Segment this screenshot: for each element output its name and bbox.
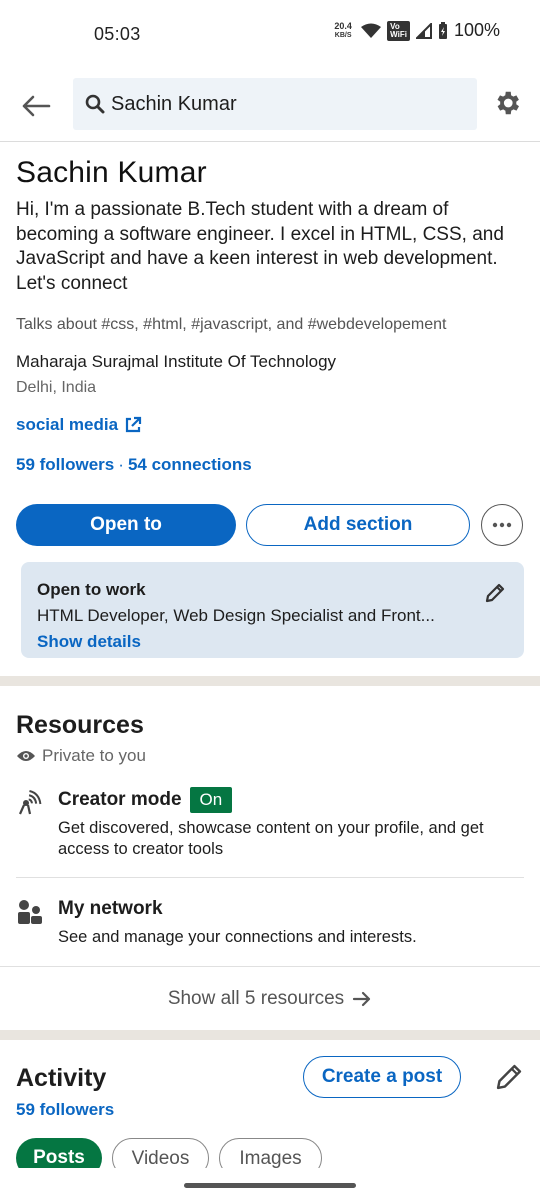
show-details-link[interactable]: Show details bbox=[37, 632, 508, 652]
tab-posts[interactable]: Posts bbox=[16, 1138, 102, 1168]
activity-tabs: Posts Videos Images bbox=[16, 1138, 540, 1168]
people-icon bbox=[18, 900, 42, 924]
profile-actions: Open to Add section bbox=[16, 504, 524, 546]
signal-icon bbox=[415, 22, 432, 39]
profile-headline: Hi, I'm a passionate B.Tech student with… bbox=[16, 199, 504, 294]
section-divider bbox=[0, 1030, 540, 1040]
creator-mode-title: Creator mode bbox=[58, 789, 182, 810]
settings-button[interactable] bbox=[492, 88, 524, 120]
vowifi-icon: Vo WiFi bbox=[387, 20, 410, 41]
more-horizontal-icon bbox=[492, 522, 512, 528]
profile-location: Delhi, India bbox=[16, 379, 97, 396]
creator-mode-description: Get discovered, showcase content on your… bbox=[58, 819, 484, 858]
gear-icon bbox=[497, 91, 519, 115]
edit-open-to-work-button[interactable] bbox=[484, 582, 506, 609]
search-query: Sachin Kumar bbox=[111, 92, 237, 115]
activity-followers-link[interactable]: 59 followers bbox=[16, 1100, 114, 1120]
wifi-icon bbox=[361, 23, 382, 38]
profile-organization[interactable]: Maharaja Surajmal Institute Of Technolog… bbox=[16, 352, 524, 372]
resources-privacy: Private to you bbox=[16, 746, 146, 766]
my-network-item[interactable]: My network See and manage your connectio… bbox=[16, 898, 524, 954]
activity-title: Activity bbox=[16, 1064, 107, 1092]
back-button[interactable] bbox=[18, 88, 54, 124]
section-divider bbox=[0, 676, 540, 686]
home-indicator[interactable] bbox=[184, 1183, 356, 1188]
create-post-button[interactable]: Create a post bbox=[303, 1056, 461, 1098]
my-network-title: My network bbox=[58, 898, 163, 919]
status-time: 05:03 bbox=[94, 24, 141, 44]
more-button[interactable] bbox=[481, 504, 523, 546]
resources-divider bbox=[16, 877, 524, 878]
status-badge: On bbox=[189, 787, 233, 813]
followers-link[interactable]: 59 followers bbox=[16, 455, 114, 474]
eye-icon bbox=[17, 751, 35, 761]
social-media-link[interactable]: social media bbox=[16, 415, 524, 435]
broadcast-icon bbox=[18, 790, 42, 815]
tab-videos[interactable]: Videos bbox=[112, 1138, 209, 1168]
open-to-work-title: Open to work bbox=[37, 580, 146, 599]
status-bar: 05:03 20.4 KB/S Vo WiFi 100% bbox=[0, 0, 540, 70]
creator-mode-item[interactable]: Creator mode On Get discovered, showcase… bbox=[16, 787, 524, 867]
my-network-description: See and manage your connections and inte… bbox=[58, 928, 417, 946]
arrow-left-icon bbox=[22, 95, 51, 117]
resources-title: Resources bbox=[16, 711, 144, 739]
status-icons: 20.4 KB/S Vo WiFi 100% bbox=[331, 20, 500, 41]
pencil-icon bbox=[485, 583, 505, 603]
profile-section: Sachin Kumar Hi, I'm a passionate B.Tech… bbox=[16, 156, 524, 475]
profile-name: Sachin Kumar bbox=[16, 156, 207, 189]
followers-connections: 59 followers · 54 connections bbox=[16, 455, 252, 474]
edit-activity-button[interactable] bbox=[494, 1062, 524, 1097]
search-icon bbox=[85, 94, 105, 114]
show-all-resources-button[interactable]: Show all 5 resources bbox=[0, 966, 540, 1030]
tab-images[interactable]: Images bbox=[219, 1138, 322, 1168]
top-bar: Sachin Kumar bbox=[0, 70, 540, 142]
arrow-right-icon bbox=[353, 991, 371, 1006]
external-link-icon bbox=[125, 416, 142, 433]
battery-icon bbox=[438, 21, 447, 39]
open-to-work-card[interactable]: Open to work HTML Developer, Web Design … bbox=[21, 562, 524, 658]
battery-percent: 100% bbox=[453, 20, 500, 40]
open-to-work-roles: HTML Developer, Web Design Specialist an… bbox=[37, 606, 435, 625]
profile-talks-about: Talks about #css, #html, #javascript, an… bbox=[16, 316, 447, 333]
pencil-icon bbox=[496, 1064, 522, 1090]
search-input[interactable]: Sachin Kumar bbox=[73, 78, 477, 130]
open-to-button[interactable]: Open to bbox=[16, 504, 236, 546]
network-speed: 20.4 KB/S bbox=[334, 20, 352, 39]
add-section-button[interactable]: Add section bbox=[246, 504, 470, 546]
connections-link[interactable]: 54 connections bbox=[128, 455, 252, 474]
